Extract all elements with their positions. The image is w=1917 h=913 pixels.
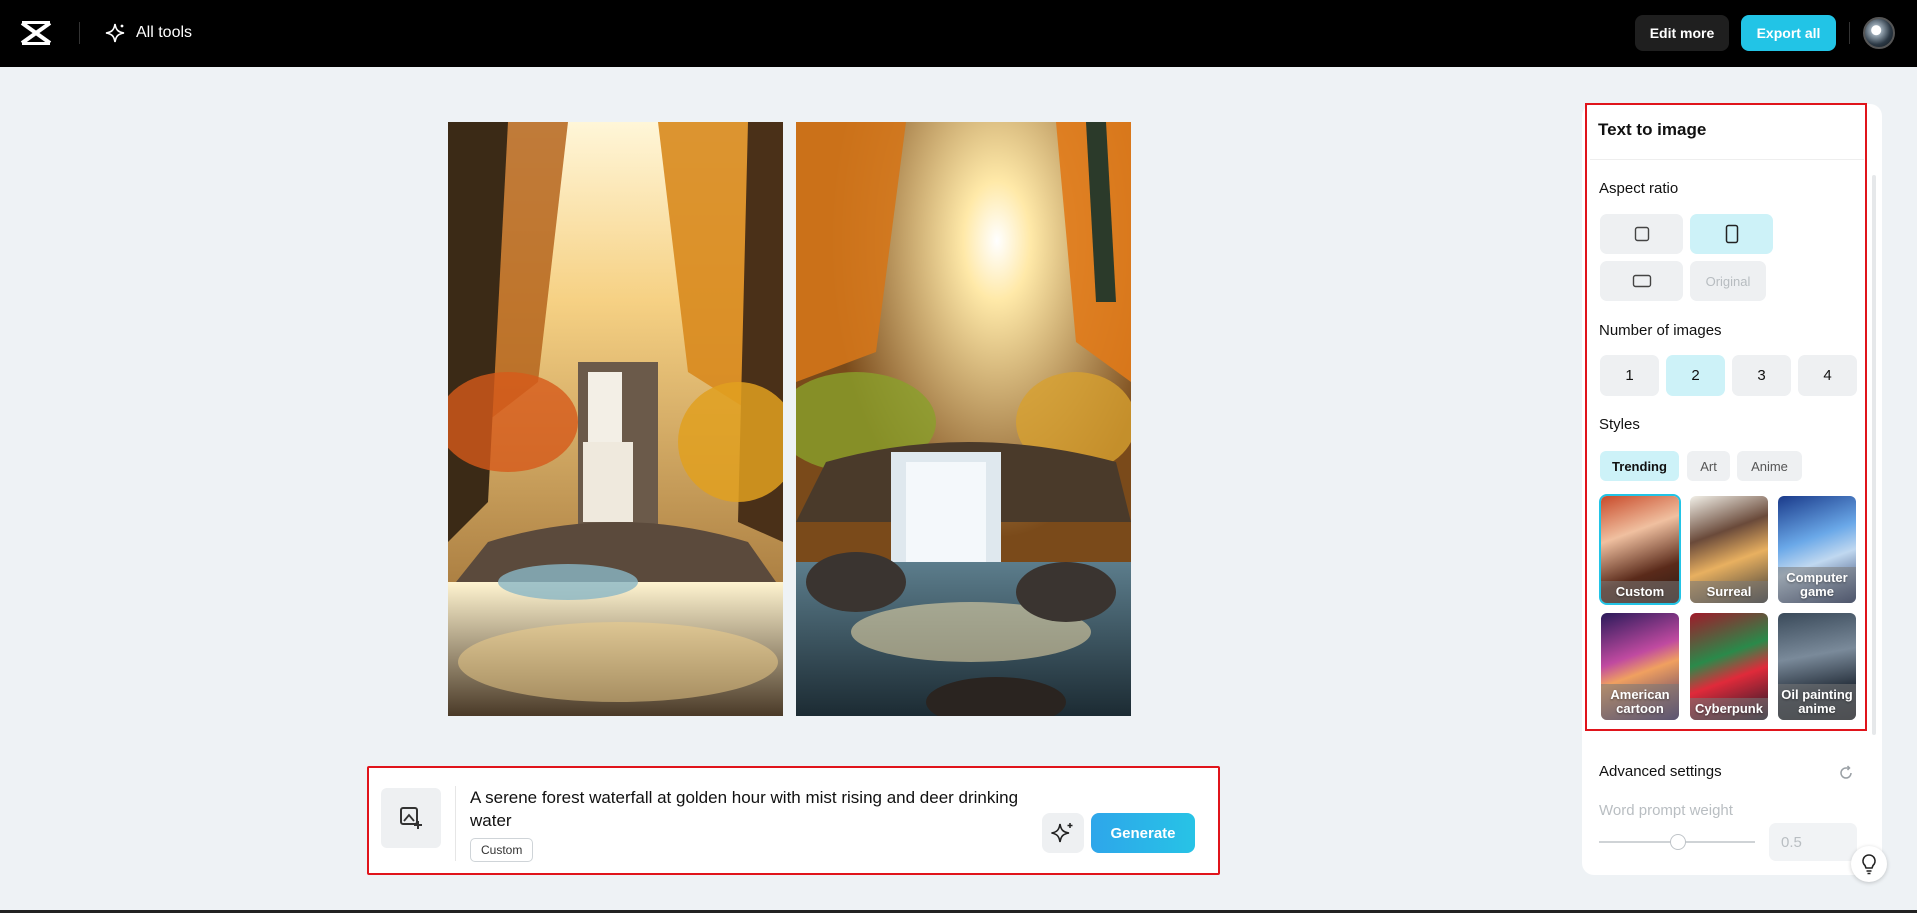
number-of-images-label: Number of images (1599, 322, 1722, 339)
style-card-computer-game[interactable]: Computer game (1778, 496, 1856, 603)
style-card-custom[interactable]: Custom (1601, 496, 1679, 603)
capcut-logo-icon[interactable] (20, 19, 52, 47)
all-tools-label: All tools (136, 24, 192, 42)
landscape-ratio-icon (1632, 274, 1652, 288)
style-card-label: Computer game (1778, 567, 1856, 603)
enhance-prompt-button[interactable] (1042, 813, 1084, 853)
generated-image-2[interactable] (796, 122, 1131, 716)
aspect-portrait-button[interactable] (1690, 214, 1773, 254)
prompt-input[interactable]: A serene forest waterfall at golden hour… (470, 786, 1030, 832)
aspect-landscape-button[interactable] (1600, 261, 1683, 301)
number-option-1[interactable]: 1 (1600, 355, 1659, 396)
tab-trending[interactable]: Trending (1600, 451, 1679, 481)
aspect-square-button[interactable] (1600, 214, 1683, 254)
magic-sparkle-icon (1051, 821, 1075, 845)
divider (455, 786, 456, 861)
portrait-ratio-icon (1725, 224, 1739, 244)
aspect-ratio-label: Aspect ratio (1599, 180, 1678, 197)
number-option-3[interactable]: 3 (1732, 355, 1791, 396)
style-card-american-cartoon[interactable]: American cartoon (1601, 613, 1679, 720)
sparkle-icon (104, 22, 126, 44)
tips-button[interactable] (1851, 846, 1887, 882)
panel-title: Text to image (1598, 120, 1706, 140)
all-tools-button[interactable]: All tools (104, 20, 192, 46)
generate-button[interactable]: Generate (1091, 813, 1195, 853)
avatar[interactable] (1863, 17, 1895, 49)
style-card-surreal[interactable]: Surreal (1690, 496, 1768, 603)
advanced-settings-label[interactable]: Advanced settings (1599, 763, 1722, 780)
number-option-4[interactable]: 4 (1798, 355, 1857, 396)
prompt-bar: A serene forest waterfall at golden hour… (367, 766, 1220, 875)
style-card-label: Oil painting anime (1778, 684, 1856, 720)
divider (1590, 159, 1864, 160)
top-bar: All tools Edit more Export all (0, 0, 1917, 67)
reset-icon[interactable] (1836, 763, 1856, 783)
divider (79, 22, 80, 44)
aspect-original-button[interactable]: Original (1690, 261, 1766, 301)
number-option-2[interactable]: 2 (1666, 355, 1725, 396)
word-prompt-weight-label: Word prompt weight (1599, 802, 1733, 819)
generated-image-1[interactable] (448, 122, 783, 716)
tab-anime[interactable]: Anime (1737, 451, 1802, 481)
style-card-oil-painting-anime[interactable]: Oil painting anime (1778, 613, 1856, 720)
image-add-icon (398, 805, 424, 831)
style-card-label: Surreal (1690, 581, 1768, 603)
add-reference-image-button[interactable] (381, 788, 441, 848)
panel-scrollbar[interactable] (1872, 175, 1876, 735)
divider (1849, 22, 1850, 44)
tab-art[interactable]: Art (1687, 451, 1730, 481)
style-card-label: Cyberpunk (1690, 698, 1768, 720)
style-card-label: American cartoon (1601, 684, 1679, 720)
lightbulb-icon (1859, 853, 1879, 875)
square-ratio-icon (1634, 226, 1650, 242)
style-card-label: Custom (1601, 581, 1679, 603)
edit-more-button[interactable]: Edit more (1635, 15, 1729, 51)
export-all-button[interactable]: Export all (1741, 15, 1836, 51)
styles-label: Styles (1599, 416, 1640, 433)
style-card-cyberpunk[interactable]: Cyberpunk (1690, 613, 1768, 720)
word-prompt-weight-input[interactable]: 0.5 (1769, 823, 1857, 861)
slider-handle[interactable] (1670, 834, 1686, 850)
style-chip[interactable]: Custom (470, 838, 533, 862)
